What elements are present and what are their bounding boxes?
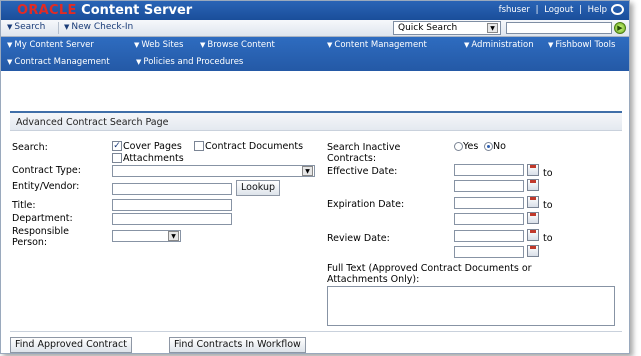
nav-item-web-sites[interactable]: ▼ Web Sites	[134, 40, 183, 50]
find-approved-contract-button[interactable]: Find Approved Contract	[10, 337, 132, 353]
find-contracts-in-workflow-button[interactable]: Find Contracts In Workflow	[169, 337, 306, 353]
lookup-button[interactable]: Lookup	[236, 180, 281, 196]
calendar-icon[interactable]	[527, 245, 539, 257]
triangle-down-icon: ▼	[64, 23, 70, 31]
cover-pages-checkbox[interactable]: ✓	[112, 141, 122, 151]
chevron-down-icon[interactable]: ▼	[168, 231, 179, 241]
contract-documents-label: Contract Documents	[205, 141, 304, 152]
responsible-person-select[interactable]: ▼	[112, 230, 181, 242]
nav-item-browse-content[interactable]: ▼ Browse Content	[200, 40, 275, 50]
to-label: to	[543, 200, 553, 211]
expiration-date-from-input[interactable]	[454, 197, 524, 209]
yes-label: Yes	[463, 141, 479, 152]
calendar-icon[interactable]	[527, 164, 539, 176]
brand-oracle: ORACLE	[17, 3, 77, 18]
quick-search-input[interactable]	[506, 22, 612, 34]
cover-pages-label: Cover Pages	[123, 141, 182, 152]
inactive-no-radio[interactable]	[484, 142, 493, 151]
divider	[58, 22, 59, 34]
effective-date-to-input[interactable]	[454, 180, 524, 192]
chevron-down-icon[interactable]: ▼	[302, 166, 313, 176]
inactive-yes-radio[interactable]	[454, 142, 463, 151]
app-header: ORACLE Content Server fshuser | Logout |…	[1, 1, 629, 20]
search-label: Search:	[12, 142, 48, 153]
nav-item-administration[interactable]: ▼ Administration	[464, 40, 534, 50]
user-name-link[interactable]: fshuser	[499, 5, 530, 15]
entity-vendor-input[interactable]	[112, 183, 232, 195]
department-label: Department:	[12, 213, 73, 224]
oracle-ring-icon	[611, 4, 624, 15]
calendar-icon[interactable]	[527, 196, 539, 208]
contract-type-label: Contract Type:	[12, 165, 81, 176]
nav-item-content-management[interactable]: ▼ Content Management	[327, 40, 427, 50]
contract-type-select[interactable]: ▼	[112, 165, 315, 177]
no-label: No	[493, 141, 506, 152]
user-links: fshuser | Logout | Help	[499, 5, 607, 15]
department-input[interactable]	[112, 213, 232, 225]
separator: |	[579, 5, 582, 15]
toolbar: ▼ Search ▼ New Check-In Quick Search ▼ ▶	[1, 20, 629, 37]
calendar-icon[interactable]	[527, 212, 539, 224]
review-date-from-input[interactable]	[454, 230, 524, 242]
new-checkin-menu[interactable]: ▼ New Check-In	[64, 22, 133, 32]
brand-logo: ORACLE Content Server	[17, 3, 192, 18]
contract-documents-checkbox[interactable]	[194, 141, 204, 151]
help-link[interactable]: Help	[588, 5, 607, 15]
attachments-checkbox[interactable]	[112, 153, 122, 163]
full-text-textarea[interactable]	[327, 286, 615, 326]
review-date-to-input[interactable]	[454, 246, 524, 258]
main-navigation: ▼ My Content Server ▼ Web Sites ▼ Browse Co…	[1, 37, 629, 71]
divider	[10, 331, 622, 332]
nav-item-policies-and-procedures[interactable]: ▼ Policies and Procedures	[136, 57, 243, 67]
entity-vendor-label: Entity/Vendor:	[12, 181, 80, 192]
effective-date-label: Effective Date:	[327, 166, 398, 177]
expiration-date-label: Expiration Date:	[327, 199, 405, 210]
nav-item-my-content-server[interactable]: ▼ My Content Server	[7, 40, 94, 50]
quick-search-select[interactable]: Quick Search ▼	[393, 21, 501, 35]
full-text-label: Full Text (Approved Contract Documents o…	[327, 263, 532, 285]
calendar-icon[interactable]	[527, 179, 539, 191]
quick-search-label: Quick Search	[398, 23, 458, 33]
go-icon[interactable]: ▶	[614, 22, 626, 34]
triangle-down-icon: ▼	[7, 23, 13, 31]
effective-date-from-input[interactable]	[454, 164, 524, 176]
chevron-down-icon[interactable]: ▼	[487, 23, 498, 33]
to-label: to	[543, 233, 553, 244]
page-title: Advanced Contract Search Page	[10, 111, 622, 131]
separator: |	[535, 5, 539, 15]
calendar-icon[interactable]	[527, 229, 539, 241]
nav-item-fishbowl-tools[interactable]: ▼ Fishbowl Tools	[548, 40, 615, 50]
to-label: to	[543, 168, 553, 179]
logout-link[interactable]: Logout	[544, 5, 573, 15]
nav-item-contract-management[interactable]: ▼ Contract Management	[7, 57, 110, 67]
title-label: Title:	[12, 200, 36, 211]
title-input[interactable]	[112, 199, 232, 211]
brand-product: Content Server	[81, 3, 193, 18]
review-date-label: Review Date:	[327, 233, 390, 244]
content-server-window: ORACLE Content Server fshuser | Logout |…	[0, 0, 630, 354]
expiration-date-to-input[interactable]	[454, 213, 524, 225]
search-menu[interactable]: ▼ Search	[7, 22, 45, 32]
responsible-person-label: Responsible Person:	[12, 226, 69, 248]
search-inactive-label: Search Inactive Contracts:	[327, 142, 401, 164]
attachments-label: Attachments	[123, 153, 184, 164]
